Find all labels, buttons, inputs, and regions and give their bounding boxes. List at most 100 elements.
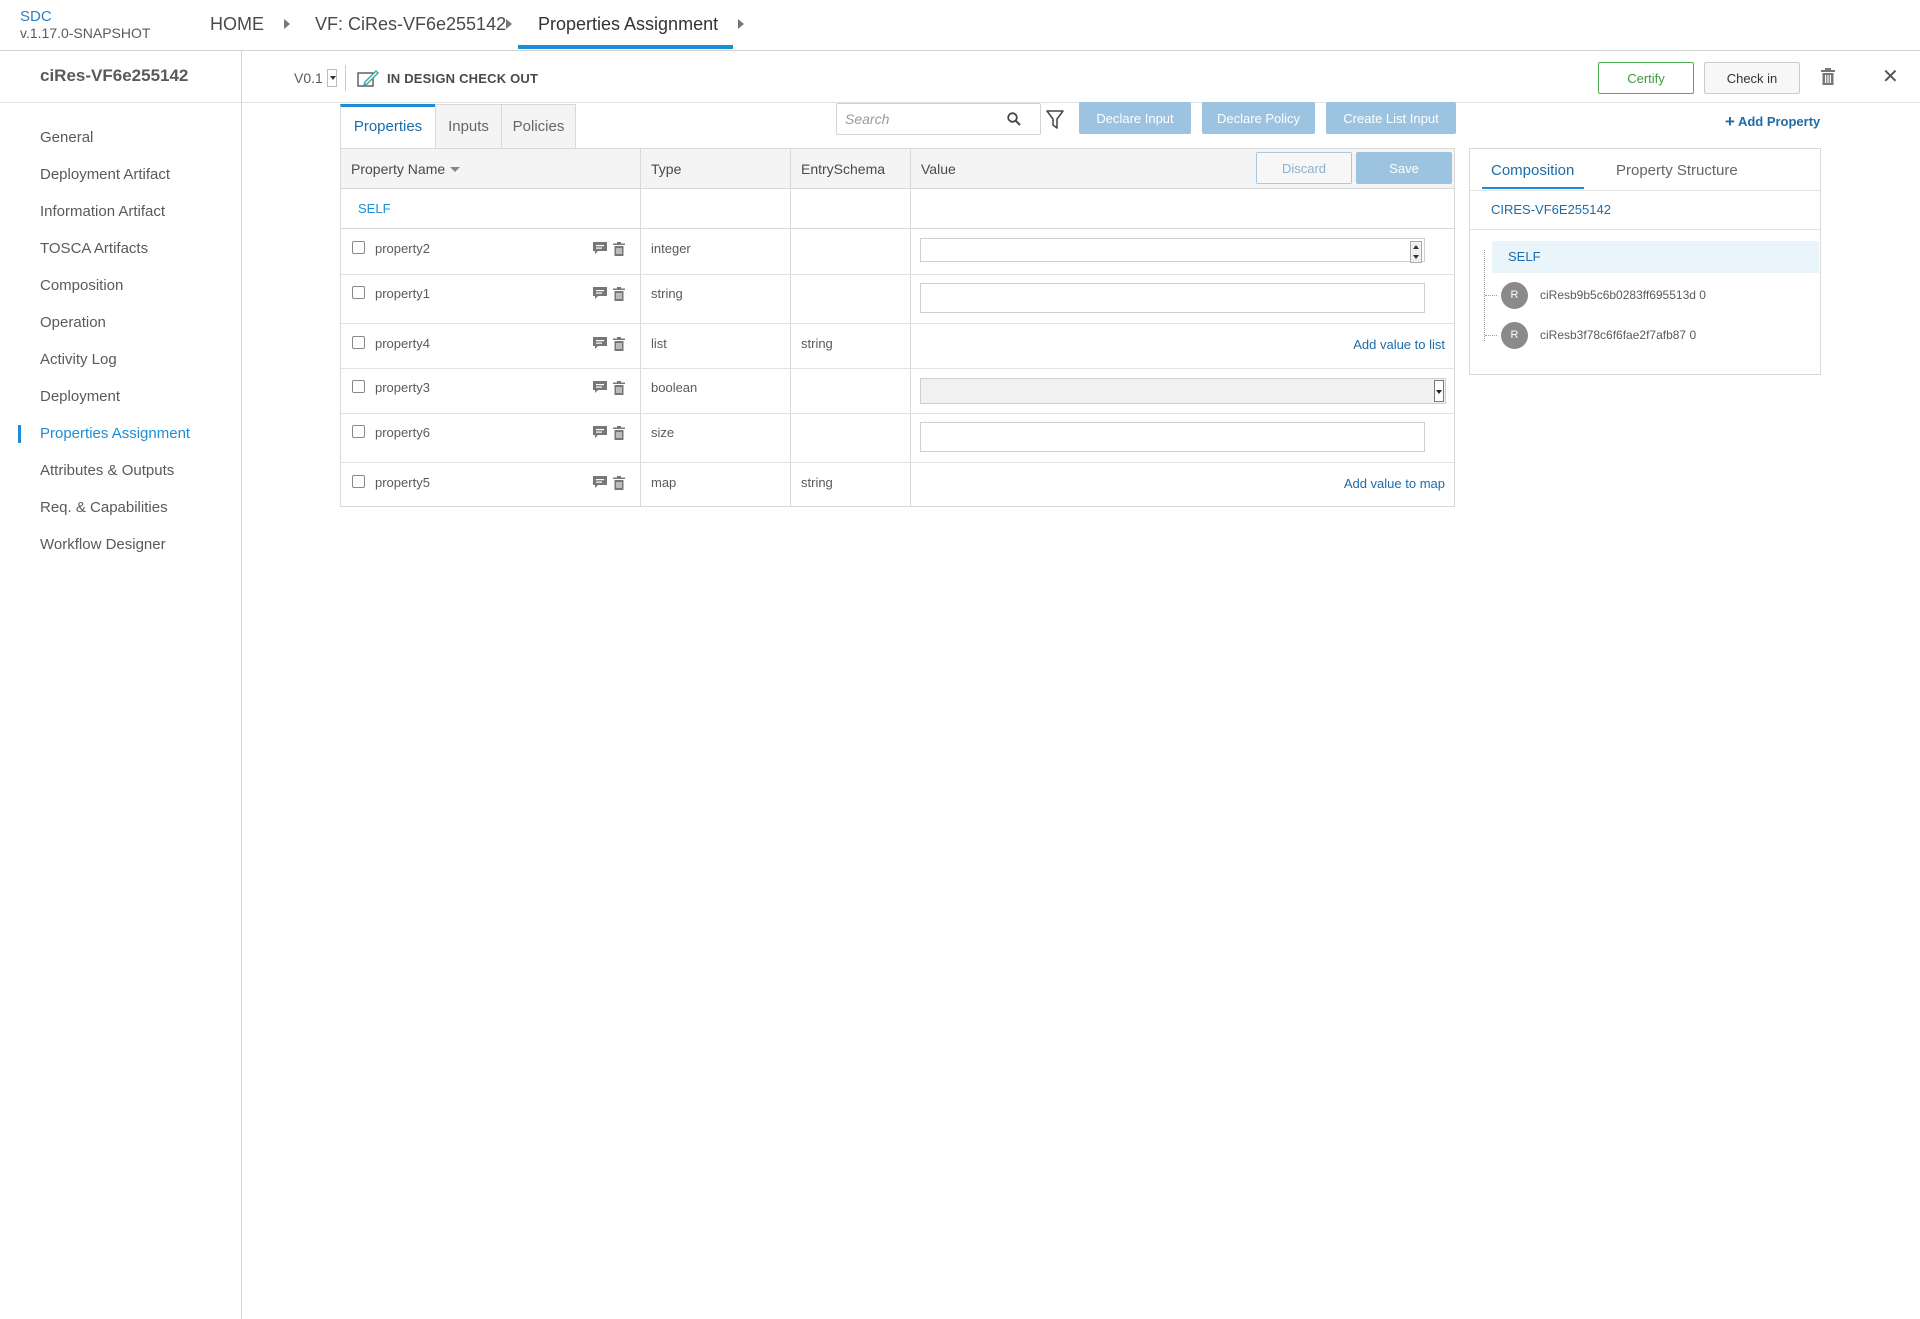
column-header-type: Type <box>651 161 682 177</box>
workspace-header: V0.1 IN DESIGN CHECK OUT Certify Check i… <box>242 51 1920 103</box>
add-value-to-list-link[interactable]: Add value to list <box>1353 337 1445 352</box>
row-checkbox[interactable] <box>352 475 365 488</box>
search-input[interactable] <box>845 109 1005 129</box>
row-checkbox[interactable] <box>352 425 365 438</box>
search-icon[interactable] <box>1007 112 1021 126</box>
comment-icon[interactable] <box>593 426 607 438</box>
row-checkbox[interactable] <box>352 380 365 393</box>
tree-node-instance[interactable]: R ciResb9b5c6b0283ff695513d 0 <box>1501 282 1811 310</box>
group-row-self: SELF <box>341 189 1454 229</box>
filter-icon[interactable] <box>1046 110 1064 130</box>
trash-icon[interactable] <box>613 242 625 256</box>
tree-connector <box>1485 335 1497 336</box>
column-header-label: Property Name <box>351 161 446 177</box>
app-logo[interactable]: SDC v.1.17.0-SNAPSHOT <box>20 8 151 42</box>
trash-icon[interactable] <box>613 381 625 395</box>
add-property-label: Add Property <box>1737 114 1821 129</box>
tree-node-instance[interactable]: R ciResb3f78c6f6fae2f7afb87 0 <box>1501 322 1811 350</box>
comment-icon[interactable] <box>593 337 607 349</box>
trash-icon[interactable] <box>613 287 625 301</box>
property-name: property5 <box>375 475 430 490</box>
create-list-input-button[interactable]: Create List Input <box>1326 102 1456 134</box>
version-selector[interactable]: V0.1 <box>294 70 323 86</box>
sidebar-item-req-capabilities[interactable]: Req. & Capabilities <box>40 499 168 516</box>
sidebar-active-marker <box>18 425 21 443</box>
tab-properties[interactable]: Properties <box>340 104 436 148</box>
value-boolean-select[interactable] <box>920 378 1446 404</box>
property-name: property6 <box>375 425 430 440</box>
sidebar-item-composition[interactable]: Composition <box>40 277 123 294</box>
trash-icon[interactable] <box>613 337 625 351</box>
tab-inputs[interactable]: Inputs <box>435 104 502 148</box>
chevron-down-icon[interactable] <box>1434 380 1444 402</box>
discard-button[interactable]: Discard <box>1256 152 1352 184</box>
comment-icon[interactable] <box>593 242 607 254</box>
row-checkbox[interactable] <box>352 336 365 349</box>
header-divider <box>345 65 346 91</box>
property-name: property2 <box>375 241 430 256</box>
breadcrumb-home[interactable]: HOME <box>210 14 264 48</box>
sidebar-item-activity-log[interactable]: Activity Log <box>40 351 117 368</box>
sidebar-item-operation[interactable]: Operation <box>40 314 106 331</box>
version-dropdown-icon[interactable] <box>327 69 337 87</box>
sidebar-item-deployment[interactable]: Deployment <box>40 388 120 405</box>
sidebar-item-attributes-outputs[interactable]: Attributes & Outputs <box>40 462 174 479</box>
value-text-input[interactable] <box>920 283 1425 313</box>
tree-node-label: ciResb9b5c6b0283ff695513d 0 <box>1540 288 1706 302</box>
panel-divider <box>1470 229 1820 230</box>
add-value-to-map-link[interactable]: Add value to map <box>1344 476 1445 491</box>
delete-icon[interactable] <box>1820 68 1836 86</box>
tree-node-label: SELF <box>1508 249 1541 264</box>
plus-icon: + <box>1725 112 1735 131</box>
add-property-link[interactable]: + Add Property <box>1725 112 1820 132</box>
comment-icon[interactable] <box>593 287 607 299</box>
comment-icon[interactable] <box>593 381 607 393</box>
column-header-entry-schema: EntrySchema <box>801 161 886 177</box>
tree-node-self[interactable]: SELF <box>1492 241 1819 273</box>
app-name: SDC <box>20 8 52 25</box>
property-name: property4 <box>375 336 430 351</box>
sidebar-item-properties-assignment[interactable]: Properties Assignment <box>40 425 190 442</box>
property-type: integer <box>651 241 691 256</box>
breadcrumb-properties-assignment[interactable]: Properties Assignment <box>538 14 718 48</box>
column-header-property-name[interactable]: Property Name <box>351 161 461 177</box>
tab-property-structure[interactable]: Property Structure <box>1616 162 1738 179</box>
property-type: map <box>651 475 677 490</box>
sidebar-item-general[interactable]: General <box>40 129 93 146</box>
value-text-input[interactable] <box>920 422 1425 452</box>
breadcrumb-active-indicator <box>518 45 733 49</box>
checkout-edit-icon <box>357 70 379 87</box>
column-header-value: Value <box>921 161 956 177</box>
row-checkbox[interactable] <box>352 286 365 299</box>
table-row: property3 boolean <box>341 369 1454 414</box>
certify-button[interactable]: Certify <box>1598 62 1694 94</box>
app-version: v.1.17.0-SNAPSHOT <box>20 25 151 41</box>
close-icon[interactable]: ✕ <box>1882 67 1899 87</box>
tab-active-indicator <box>1482 187 1584 189</box>
sidebar: ciRes-VF6e255142 General Deployment Arti… <box>0 51 242 1319</box>
search-field[interactable] <box>836 103 1041 135</box>
tab-policies[interactable]: Policies <box>501 104 576 148</box>
sidebar-item-workflow-designer[interactable]: Workflow Designer <box>40 536 166 553</box>
declare-policy-button[interactable]: Declare Policy <box>1202 102 1315 134</box>
save-button[interactable]: Save <box>1356 152 1452 184</box>
value-number-input[interactable] <box>920 238 1425 263</box>
trash-icon[interactable] <box>613 426 625 440</box>
property-type: size <box>651 425 675 440</box>
sidebar-item-tosca-artifacts[interactable]: TOSCA Artifacts <box>40 240 148 257</box>
row-checkbox[interactable] <box>352 241 365 254</box>
number-spinner-icon[interactable] <box>1410 241 1422 263</box>
property-entry-schema: string <box>801 475 833 490</box>
trash-icon[interactable] <box>613 476 625 490</box>
top-bar: SDC v.1.17.0-SNAPSHOT HOME VF: CiRes-VF6… <box>0 0 1920 51</box>
comment-icon[interactable] <box>593 476 607 488</box>
sidebar-item-deployment-artifact[interactable]: Deployment Artifact <box>40 166 170 183</box>
tab-composition[interactable]: Composition <box>1491 162 1574 179</box>
component-name[interactable]: CIRES-VF6E255142 <box>1491 202 1611 217</box>
declare-input-button[interactable]: Declare Input <box>1079 102 1191 134</box>
property-entry-schema: string <box>801 336 833 351</box>
breadcrumb-arrow-icon[interactable] <box>738 19 744 29</box>
breadcrumb-vf[interactable]: VF: CiRes-VF6e255142 <box>315 14 506 48</box>
check-in-button[interactable]: Check in <box>1704 62 1800 94</box>
sidebar-item-information-artifact[interactable]: Information Artifact <box>40 203 165 220</box>
